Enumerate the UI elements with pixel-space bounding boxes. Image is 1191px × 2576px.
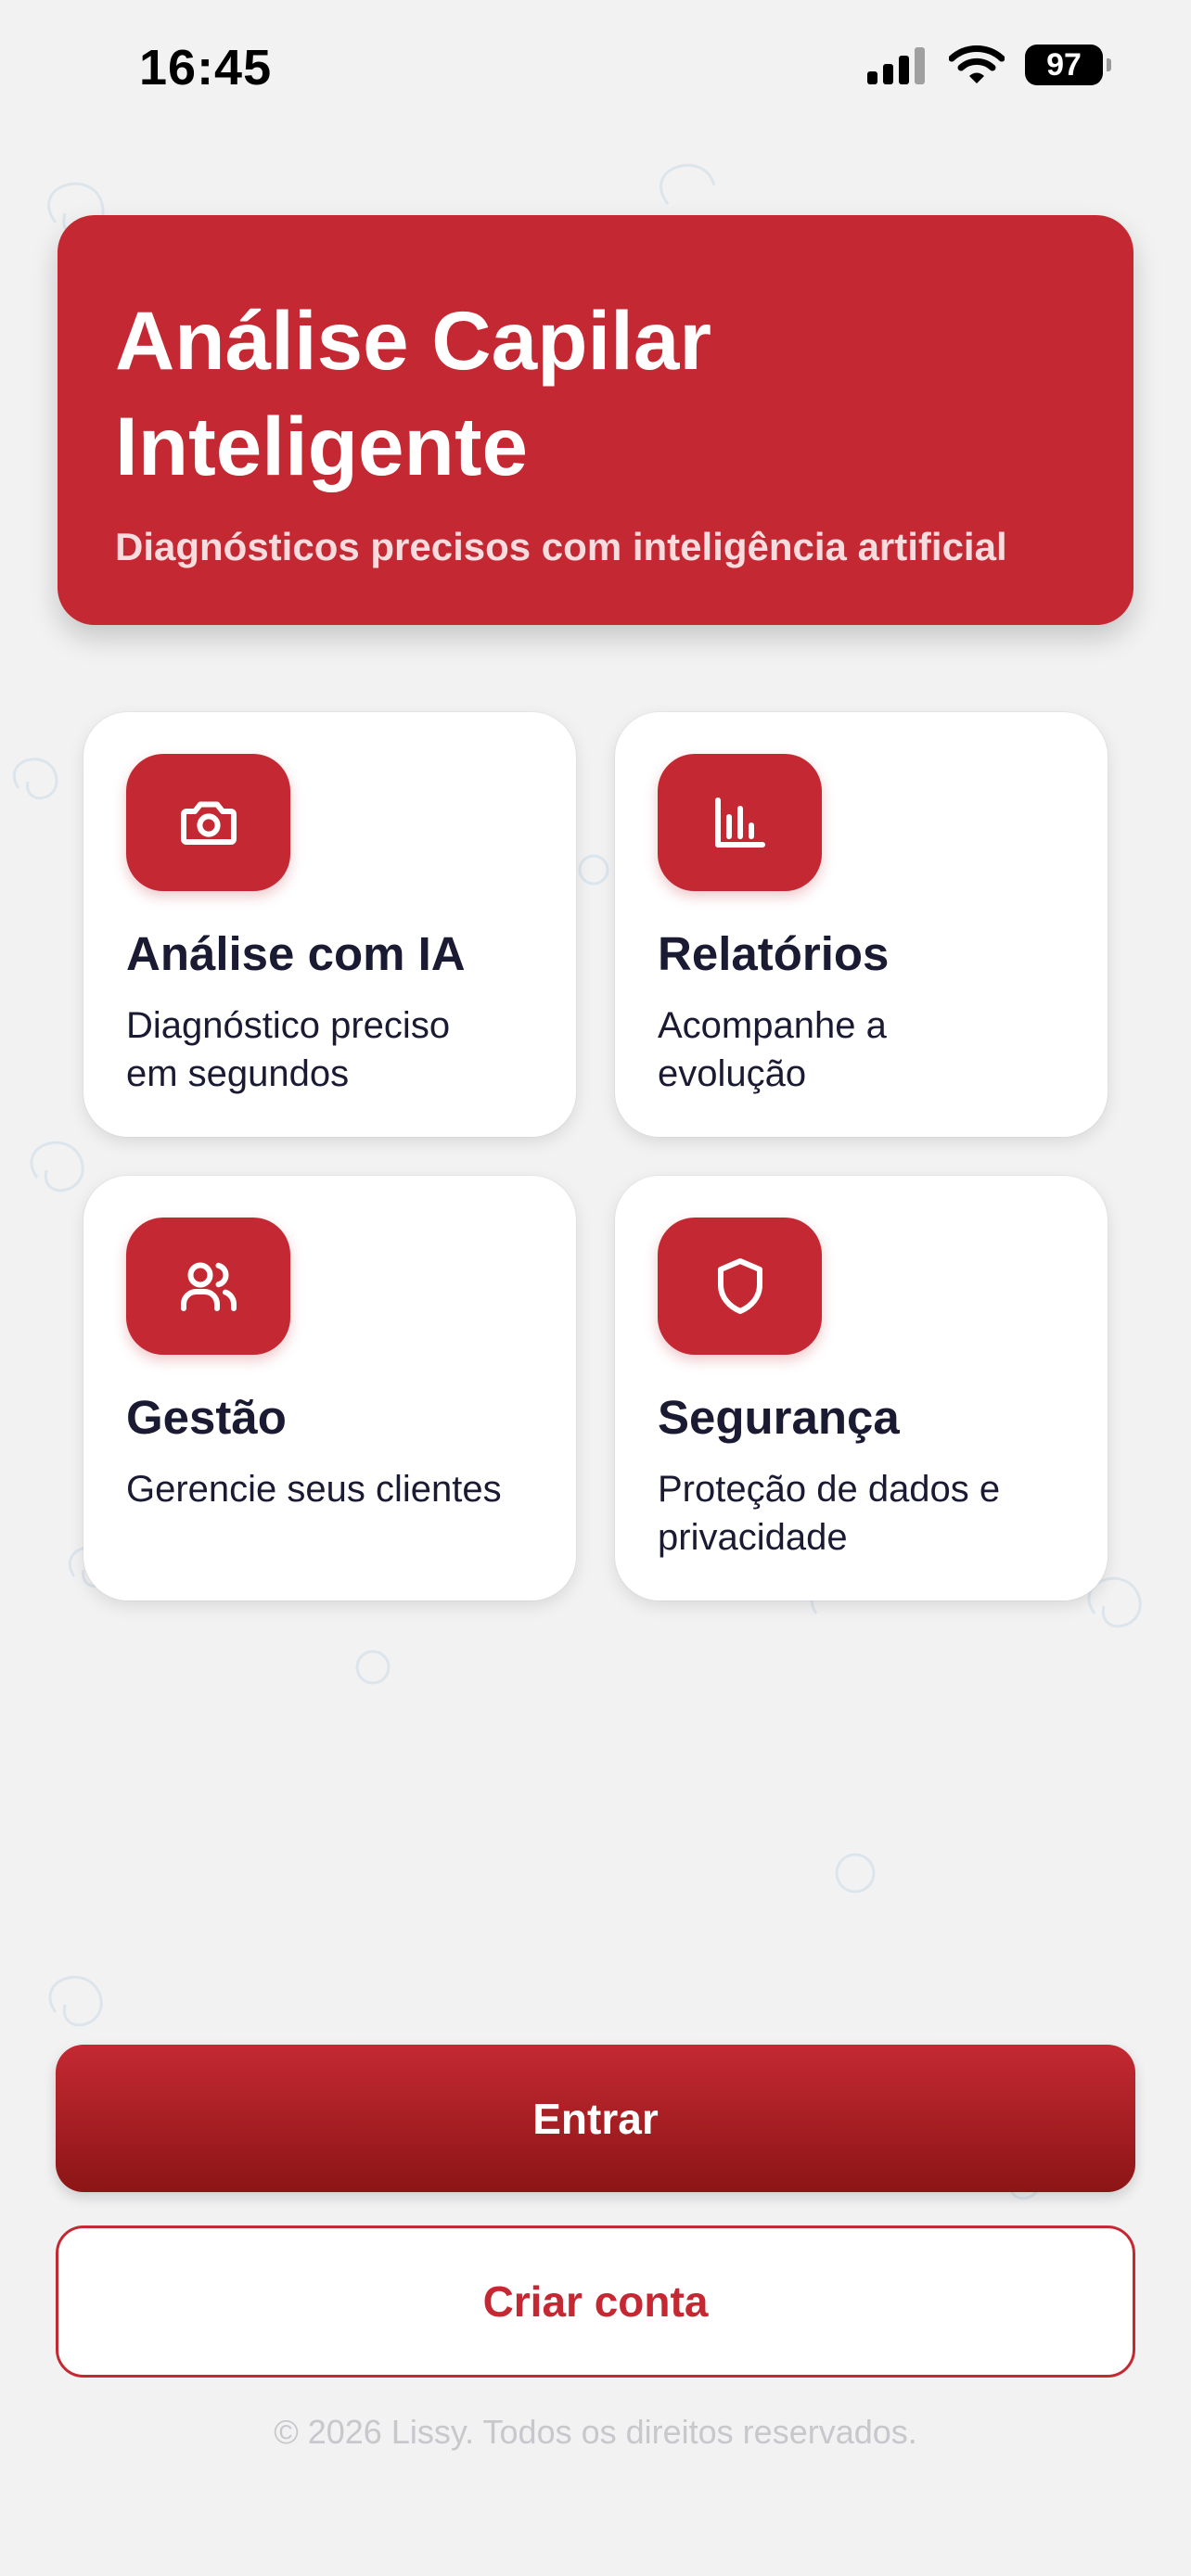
hero-title: Análise Capilar Inteligente bbox=[115, 287, 1076, 499]
feature-card-analysis: Análise com IA Diagnóstico preciso em se… bbox=[83, 712, 576, 1137]
feature-icon-badge bbox=[658, 1218, 822, 1355]
status-time: 16:45 bbox=[139, 40, 273, 96]
hero-title-line-1: Análise Capilar bbox=[115, 294, 712, 387]
feature-card-security: Segurança Proteção de dados e privacidad… bbox=[615, 1176, 1108, 1600]
camera-icon bbox=[180, 801, 237, 845]
feature-title: Relatórios bbox=[658, 927, 890, 980]
feature-description-line-2: privacidade bbox=[658, 1517, 848, 1558]
feature-icon-badge bbox=[126, 1218, 290, 1355]
users-icon bbox=[180, 1262, 237, 1311]
feature-description-line-1: Gerencie seus clientes bbox=[126, 1469, 502, 1510]
cellular-signal-icon bbox=[867, 47, 925, 84]
shield-icon bbox=[717, 1258, 762, 1314]
bar-chart-icon bbox=[714, 797, 765, 848]
login-button[interactable]: Entrar bbox=[56, 2045, 1135, 2192]
feature-description: Diagnóstico preciso em segundos bbox=[126, 1001, 533, 1098]
feature-icon-badge bbox=[658, 754, 822, 891]
feature-icon-badge bbox=[126, 754, 290, 891]
hero-title-line-2: Inteligente bbox=[115, 400, 529, 492]
feature-description-line-1: Diagnóstico preciso bbox=[126, 1005, 451, 1046]
feature-description-line-2: em segundos bbox=[126, 1053, 350, 1094]
status-icons: 97 bbox=[867, 45, 1111, 85]
feature-description-line-2: evolução bbox=[658, 1053, 807, 1094]
create-account-button[interactable]: Criar conta bbox=[56, 2225, 1135, 2378]
feature-description: Gerencie seus clientes bbox=[126, 1465, 533, 1513]
feature-title: Segurança bbox=[658, 1391, 900, 1444]
feature-description-line-1: Proteção de dados e bbox=[658, 1469, 1001, 1510]
feature-title: Gestão bbox=[126, 1391, 287, 1444]
feature-description-line-1: Acompanhe a bbox=[658, 1005, 887, 1046]
feature-grid: Análise com IA Diagnóstico preciso em se… bbox=[83, 712, 1108, 1600]
feature-description: Acompanhe a evolução bbox=[658, 1001, 1065, 1098]
feature-title: Análise com IA bbox=[126, 927, 466, 980]
battery-level: 97 bbox=[1046, 46, 1082, 83]
copyright-footer: © 2026 Lissy. Todos os direitos reservad… bbox=[274, 2413, 917, 2451]
hero-subtitle: Diagnósticos precisos com inteligência a… bbox=[115, 525, 1007, 568]
hero-banner: Análise Capilar Inteligente Diagnósticos… bbox=[58, 215, 1133, 625]
feature-description: Proteção de dados e privacidade bbox=[658, 1465, 1065, 1562]
feature-card-reports: Relatórios Acompanhe a evolução bbox=[615, 712, 1108, 1137]
battery-indicator: 97 bbox=[1025, 45, 1111, 85]
status-bar: 16:45 97 bbox=[0, 0, 1191, 139]
wifi-icon bbox=[949, 45, 1005, 83]
feature-card-management: Gestão Gerencie seus clientes bbox=[83, 1176, 576, 1600]
